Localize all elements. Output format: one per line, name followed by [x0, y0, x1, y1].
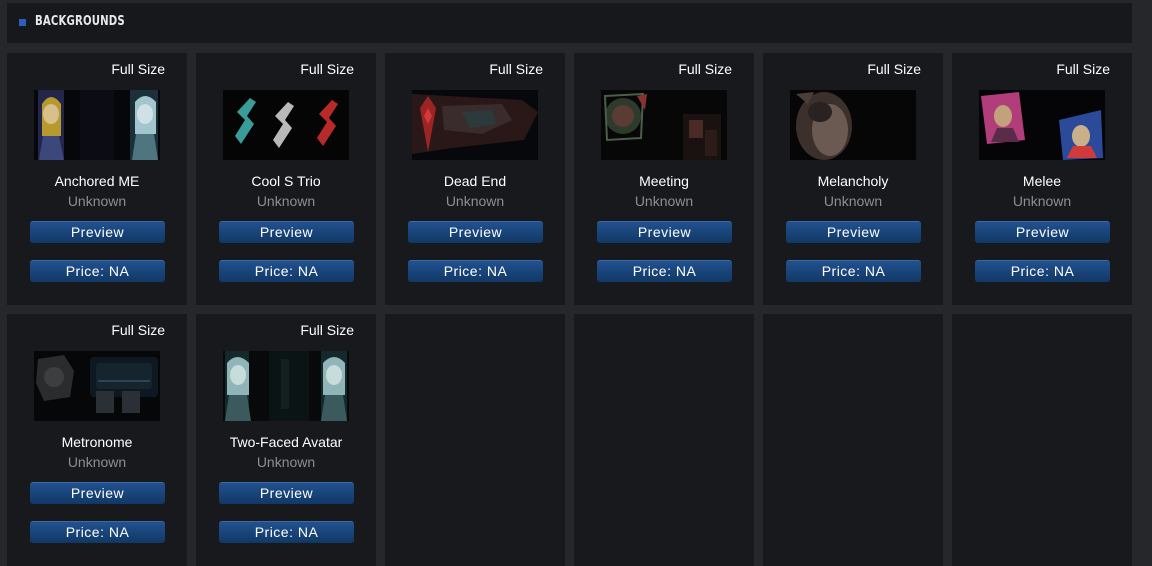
- background-thumbnail[interactable]: [34, 351, 160, 421]
- background-card: Full Size Meeting Unknown Preview Price:…: [574, 53, 754, 305]
- background-thumbnail[interactable]: [223, 90, 349, 160]
- background-card: Full Size Melancholy Unknown Preview Pri…: [763, 53, 943, 305]
- background-name: Two-Faced Avatar: [229, 434, 343, 450]
- background-author: Unknown: [256, 193, 316, 209]
- background-thumbnail[interactable]: [979, 90, 1105, 160]
- background-thumbnail[interactable]: [412, 90, 538, 160]
- price-button[interactable]: Price: NA: [30, 260, 165, 282]
- full-size-link[interactable]: Full Size: [1056, 61, 1110, 77]
- background-card: Full Size Metronome Unknown Preview Pric…: [7, 314, 187, 566]
- full-size-link[interactable]: Full Size: [300, 61, 354, 77]
- background-author: Unknown: [256, 454, 316, 470]
- price-button[interactable]: Price: NA: [597, 260, 732, 282]
- price-button[interactable]: Price: NA: [408, 260, 543, 282]
- preview-button[interactable]: Preview: [30, 482, 165, 504]
- full-size-link[interactable]: Full Size: [489, 61, 543, 77]
- price-button[interactable]: Price: NA: [975, 260, 1110, 282]
- section-bullet-icon: [19, 19, 26, 26]
- full-size-link[interactable]: Full Size: [300, 322, 354, 338]
- full-size-link[interactable]: Full Size: [111, 61, 165, 77]
- preview-button[interactable]: Preview: [408, 221, 543, 243]
- background-author: Unknown: [1012, 193, 1072, 209]
- price-button[interactable]: Price: NA: [219, 521, 354, 543]
- background-name: Dead End: [443, 173, 507, 189]
- section-header: BACKGROUNDS: [7, 3, 1132, 43]
- preview-button[interactable]: Preview: [30, 221, 165, 243]
- background-thumbnail[interactable]: [601, 90, 727, 160]
- background-name: Meeting: [639, 173, 689, 189]
- background-author: Unknown: [823, 193, 883, 209]
- background-name: Melancholy: [817, 173, 889, 189]
- background-card: Full Size Dead End Unknown Preview Price…: [385, 53, 565, 305]
- background-name: Anchored ME: [54, 173, 140, 189]
- full-size-link[interactable]: Full Size: [867, 61, 921, 77]
- background-author: Unknown: [67, 454, 127, 470]
- backgrounds-grid: Full Size Anchored ME Unknown Preview Pr…: [7, 53, 1132, 566]
- background-thumbnail[interactable]: [34, 90, 160, 160]
- empty-card-slot: [952, 314, 1132, 566]
- background-name: Cool S Trio: [251, 173, 321, 189]
- background-name: Metronome: [61, 434, 133, 450]
- background-author: Unknown: [445, 193, 505, 209]
- background-thumbnail[interactable]: [223, 351, 349, 421]
- background-thumbnail[interactable]: [790, 90, 916, 160]
- background-card: Full Size Melee Unknown Preview Price: N…: [952, 53, 1132, 305]
- preview-button[interactable]: Preview: [975, 221, 1110, 243]
- background-card: Full Size Cool S Trio Unknown Preview Pr…: [196, 53, 376, 305]
- empty-card-slot: [574, 314, 754, 566]
- full-size-link[interactable]: Full Size: [111, 322, 165, 338]
- background-card: Full Size Anchored ME Unknown Preview Pr…: [7, 53, 187, 305]
- background-author: Unknown: [634, 193, 694, 209]
- empty-card-slot: [385, 314, 565, 566]
- preview-button[interactable]: Preview: [219, 221, 354, 243]
- price-button[interactable]: Price: NA: [219, 260, 354, 282]
- price-button[interactable]: Price: NA: [30, 521, 165, 543]
- preview-button[interactable]: Preview: [597, 221, 732, 243]
- full-size-link[interactable]: Full Size: [678, 61, 732, 77]
- empty-card-slot: [763, 314, 943, 566]
- background-author: Unknown: [67, 193, 127, 209]
- preview-button[interactable]: Preview: [219, 482, 354, 504]
- preview-button[interactable]: Preview: [786, 221, 921, 243]
- section-title: BACKGROUNDS: [35, 14, 125, 29]
- background-name: Melee: [1022, 173, 1062, 189]
- background-card: Full Size Two-Faced Avatar Unknown Previ…: [196, 314, 376, 566]
- price-button[interactable]: Price: NA: [786, 260, 921, 282]
